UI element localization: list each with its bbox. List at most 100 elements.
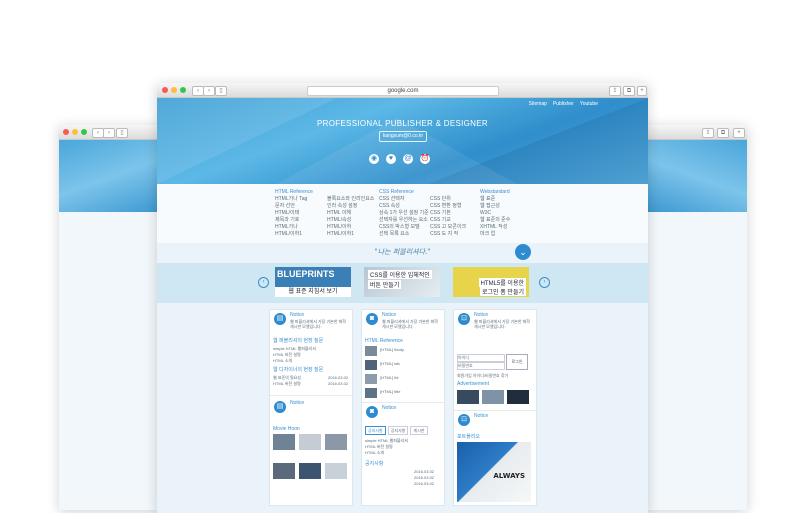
column-heading[interactable]: Webstandard	[480, 189, 510, 196]
link-item[interactable]: 마크 업	[480, 231, 510, 238]
section-title[interactable]: Notice	[474, 413, 488, 420]
link-item[interactable]: CSS 기본	[430, 210, 466, 217]
ad-thumbnail[interactable]	[507, 390, 529, 404]
forward-icon[interactable]: ›	[103, 128, 115, 138]
list-title[interactable]: HTML Reference	[365, 338, 403, 345]
link-item[interactable]: CSS의 박스형 모델	[379, 224, 429, 231]
menu-sitemap[interactable]: Sitemap	[529, 101, 547, 108]
link-item[interactable]: 인라 속성 설정	[327, 203, 374, 210]
maximize-dot-icon[interactable]	[81, 129, 87, 135]
column-heading[interactable]: HTML Reference	[275, 189, 313, 196]
portfolio-title[interactable]: 포트폴리오	[457, 434, 480, 441]
link-item[interactable]: HTML가나 Tag	[275, 196, 313, 203]
email-pill[interactable]: kangsum@0.co.kr	[379, 131, 427, 142]
list-title[interactable]: 웹 퍼블리셔의 현장 질문	[273, 338, 323, 345]
ref-thumbnail[interactable]	[365, 374, 377, 384]
login-note[interactable]: 회원가입 아이디/비밀번호 찾기	[457, 372, 508, 379]
tab-notice-2[interactable]: 공지사항	[387, 426, 409, 435]
tab-notice[interactable]: 공지사항	[365, 426, 386, 435]
ref-item[interactable]: [HTML] title	[380, 388, 400, 395]
link-item[interactable]: 웹 표준의 준수	[480, 217, 510, 224]
link-item[interactable]: HTML/속성	[327, 217, 374, 224]
section-title[interactable]: Notice	[382, 405, 396, 412]
portfolio-image[interactable]: ALWAYS	[457, 442, 531, 502]
ref-thumbnail[interactable]	[365, 388, 377, 398]
menu-publisher[interactable]: Publisher	[553, 101, 574, 108]
movie-thumbnail[interactable]	[273, 434, 295, 450]
minimize-dot-icon[interactable]	[72, 129, 78, 135]
movie-thumbnail[interactable]	[299, 434, 321, 450]
list-title[interactable]: 웹 디자이너의 현장 질문	[273, 367, 323, 374]
list-item[interactable]: HTML 버전 설명	[273, 380, 301, 387]
ref-item[interactable]: [HTML] tbl	[380, 374, 398, 381]
link-item[interactable]: CSS 도 지 작	[430, 231, 466, 238]
link-item[interactable]: XHTML 작성	[480, 224, 510, 231]
movie-thumbnail[interactable]	[325, 434, 347, 450]
ref-item[interactable]: [HTML] tab	[380, 360, 400, 367]
link-item[interactable]: 블록요소와 인라인요소	[327, 196, 374, 203]
alarm-icon[interactable]: ⏰	[420, 154, 430, 164]
sidebar-icon[interactable]: ▯	[215, 86, 227, 96]
password-input[interactable]: 비밀번호	[457, 362, 505, 370]
heart-icon[interactable]: ♥	[386, 154, 396, 164]
maximize-dot-icon[interactable]	[180, 87, 186, 93]
list-item[interactable]: HTML 소개	[273, 357, 292, 364]
target-icon[interactable]: ◉	[369, 154, 379, 164]
close-dot-icon[interactable]	[162, 87, 168, 93]
link-item[interactable]: 제목과 기호	[275, 217, 313, 224]
link-item[interactable]: 웹 표준	[480, 196, 510, 203]
banner-html5-login[interactable]: HTML5를 이용한 로그인 폼 만들기	[453, 267, 529, 297]
share-icon[interactable]: ⇪	[609, 86, 621, 96]
carousel-next-icon[interactable]: ›	[539, 277, 550, 288]
banner-css-button[interactable]: CSS를 이용한 입체적인 버튼 만들기	[364, 267, 440, 297]
login-button[interactable]: 로그인	[506, 354, 528, 370]
movie-thumbnail[interactable]	[273, 463, 295, 479]
link-item[interactable]: 상속 1가 우선 설정 기준	[379, 210, 429, 217]
add-tab-icon[interactable]: +	[637, 86, 647, 96]
link-item[interactable]: 선택 목록 요소	[379, 231, 429, 238]
banner-blueprints[interactable]: BLUEPRINTS 웹 표준 지침서 보기	[275, 267, 351, 297]
tabs-icon[interactable]: ⧉	[717, 128, 729, 138]
link-item[interactable]: HTML/이하1	[275, 231, 313, 238]
minimize-dot-icon[interactable]	[171, 87, 177, 93]
scroll-down-icon[interactable]: ⌄	[515, 244, 531, 260]
ad-thumbnail[interactable]	[457, 390, 479, 404]
link-item[interactable]: CSS 변환 정형	[430, 203, 466, 210]
forward-icon[interactable]: ›	[203, 86, 215, 96]
board-item[interactable]: HTML 소개	[365, 449, 384, 456]
id-input[interactable]: 아이디	[457, 354, 505, 362]
section-title[interactable]: Notice	[290, 312, 304, 319]
address-bar[interactable]: google.com	[307, 86, 499, 96]
carousel-prev-icon[interactable]: ‹	[258, 277, 269, 288]
link-item[interactable]: 웹 접근성	[480, 203, 510, 210]
link-item[interactable]: HTML/이태	[275, 210, 313, 217]
section-title[interactable]: Notice	[382, 312, 396, 319]
link-item[interactable]: CSS 고 모콘이크	[430, 224, 466, 231]
link-item[interactable]: CSS 기교	[430, 217, 466, 224]
link-item[interactable]: CSS 선택자	[379, 196, 429, 203]
link-item[interactable]: HTML가나	[275, 224, 313, 231]
share-icon[interactable]: ⇪	[702, 128, 714, 138]
link-item[interactable]: HTML/이하	[327, 224, 374, 231]
ref-thumbnail[interactable]	[365, 346, 377, 356]
tabs-icon[interactable]: ⧉	[623, 86, 635, 96]
link-item[interactable]: 선택자를 우선하는 요소	[379, 217, 429, 224]
menu-youtube[interactable]: Youtube	[580, 101, 598, 108]
sidebar-icon[interactable]: ▯	[116, 128, 128, 138]
section-title[interactable]: Notice	[290, 400, 304, 407]
ref-item[interactable]: [HTML] tbody	[380, 346, 404, 353]
section-title[interactable]: Notice	[474, 312, 488, 319]
column-heading[interactable]: CSS Reference	[379, 189, 429, 196]
tab-board[interactable]: 게시판	[410, 426, 428, 435]
add-tab-icon[interactable]: +	[733, 128, 745, 138]
link-item[interactable]: CSS 속성	[379, 203, 429, 210]
link-item[interactable]: CSS 단위	[430, 196, 466, 203]
list-title[interactable]: 공지사항	[365, 461, 383, 468]
movie-thumbnail[interactable]	[299, 463, 321, 479]
movie-title[interactable]: Movie Hoon	[273, 426, 300, 433]
ad-thumbnail[interactable]	[482, 390, 504, 404]
at-icon[interactable]: @	[403, 154, 413, 164]
movie-thumbnail[interactable]	[325, 463, 347, 479]
ref-thumbnail[interactable]	[365, 360, 377, 370]
link-item[interactable]: 문자 선언	[275, 203, 313, 210]
